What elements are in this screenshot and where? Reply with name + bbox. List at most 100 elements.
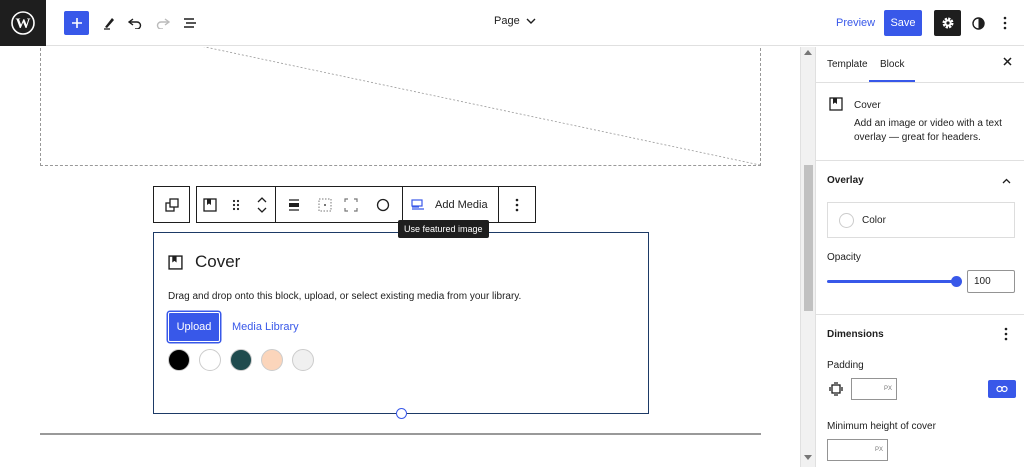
block-toolbar: Add Media <box>153 186 536 223</box>
color-indicator-icon <box>839 212 854 228</box>
block-options-button[interactable] <box>498 186 536 223</box>
opacity-slider-track[interactable] <box>827 280 955 283</box>
content-position-icon <box>318 198 332 211</box>
gear-icon <box>942 17 953 29</box>
drag-handle[interactable] <box>223 187 249 222</box>
link-sides-button[interactable] <box>988 380 1016 398</box>
cover-label: Cover <box>168 252 240 272</box>
color-swatches <box>168 349 314 371</box>
box-sides-icon <box>829 382 843 396</box>
list-view-icon <box>184 18 196 28</box>
close-icon <box>1003 57 1012 66</box>
undo-button[interactable] <box>126 13 144 33</box>
swatch-black[interactable] <box>168 349 190 371</box>
overlay-color-button[interactable]: Color <box>827 202 1015 238</box>
opacity-input[interactable]: 100 <box>967 270 1015 293</box>
pencil-icon <box>104 18 114 30</box>
vertical-ellipsis-icon <box>1003 16 1007 30</box>
preview-button[interactable]: Preview <box>836 17 875 29</box>
padding-label: Padding <box>827 360 864 371</box>
save-button[interactable]: Save <box>884 10 922 36</box>
cover-block-button[interactable] <box>197 187 223 222</box>
settings-sidebar: Template Block Cover Add an image or vid… <box>815 47 1024 467</box>
alignment-group <box>276 186 403 223</box>
placeholder-diagonal <box>203 47 761 166</box>
upload-button[interactable]: Upload <box>168 312 220 342</box>
block-card-description: Add an image or video with a text overla… <box>854 118 1002 143</box>
chevron-up-icon <box>1002 178 1011 184</box>
separator-block[interactable] <box>40 433 761 435</box>
settings-button[interactable] <box>934 10 961 36</box>
panel-divider <box>816 314 1024 315</box>
add-block-button[interactable] <box>64 11 89 35</box>
undo-icon <box>128 18 142 29</box>
redo-icon <box>156 18 170 29</box>
plus-icon <box>71 18 82 28</box>
media-group: Add Media <box>403 186 499 223</box>
align-button[interactable] <box>276 187 312 222</box>
block-controls-group <box>196 186 276 223</box>
drag-handle-icon <box>232 199 240 210</box>
wordpress-logo-button[interactable]: W <box>0 0 46 46</box>
scrollbar-thumb[interactable] <box>804 165 813 311</box>
overlay-color-label: Color <box>862 214 886 226</box>
swatch-white[interactable] <box>199 349 221 371</box>
min-height-label: Minimum height of cover <box>827 421 936 432</box>
overlay-panel-title: Overlay <box>827 175 864 186</box>
parent-block-button[interactable] <box>153 186 190 223</box>
tooltip: Use featured image <box>398 220 489 238</box>
list-view-button[interactable] <box>181 13 199 33</box>
swatch-peach[interactable] <box>261 349 283 371</box>
chevron-down-icon <box>526 18 536 24</box>
swatch-dark-teal[interactable] <box>230 349 252 371</box>
align-center-icon <box>289 198 299 211</box>
duotone-button[interactable] <box>364 187 402 222</box>
cover-instructions: Drag and drop onto this block, upload, o… <box>168 291 522 302</box>
swatch-light-gray[interactable] <box>292 349 314 371</box>
vertical-ellipsis-icon <box>1004 327 1008 341</box>
circle-dashed-icon <box>376 198 390 211</box>
svg-text:W: W <box>16 16 31 32</box>
featured-image-icon <box>411 198 424 210</box>
cover-title: Cover <box>195 252 241 271</box>
min-height-input[interactable]: PX <box>827 439 888 461</box>
dimensions-options-button[interactable] <box>1004 327 1008 341</box>
content-position-button[interactable] <box>312 187 338 222</box>
sidebar-tabs: Template Block <box>816 47 1024 83</box>
image-placeholder <box>40 47 761 166</box>
block-card-title: Cover <box>854 100 881 111</box>
vertical-ellipsis-icon <box>515 198 518 211</box>
resize-handle[interactable] <box>396 408 407 419</box>
block-card: Cover Add an image or video with a text … <box>816 83 1024 161</box>
editor-canvas: Add Media Cover Drag and drop onto this … <box>0 47 800 467</box>
padding-input[interactable]: PX <box>851 378 897 400</box>
close-sidebar-button[interactable] <box>1003 57 1012 66</box>
half-circle-icon <box>971 16 985 30</box>
tab-template[interactable]: Template <box>827 59 868 70</box>
canvas-scrollbar[interactable] <box>800 47 815 467</box>
scroll-down-arrow-icon[interactable] <box>804 455 812 460</box>
chevron-up-down-icon <box>257 196 267 213</box>
styles-button[interactable] <box>970 13 986 33</box>
document-title-label: Page <box>494 15 520 27</box>
media-library-button[interactable]: Media Library <box>232 321 299 333</box>
editor-header: W Page Preview Save <box>0 0 1024 46</box>
tab-block[interactable]: Block <box>869 59 916 82</box>
cover-icon <box>203 197 217 212</box>
tools-button[interactable] <box>100 13 118 33</box>
fullscreen-icon <box>344 197 358 212</box>
redo-button[interactable] <box>154 13 172 33</box>
wordpress-logo-icon: W <box>11 11 35 35</box>
scroll-up-arrow-icon[interactable] <box>804 50 812 55</box>
opacity-slider-thumb[interactable] <box>951 276 962 287</box>
add-media-button[interactable]: Add Media <box>403 187 498 222</box>
overlay-panel-header[interactable]: Overlay <box>816 161 1024 201</box>
cover-placeholder[interactable]: Cover Drag and drop onto this block, upl… <box>153 232 649 419</box>
duplicate-icon <box>164 197 179 212</box>
dimensions-panel-title: Dimensions <box>827 329 884 340</box>
document-title[interactable]: Page <box>494 15 536 27</box>
full-height-button[interactable] <box>338 187 364 222</box>
link-icon <box>996 385 1008 393</box>
move-up-down-button[interactable] <box>249 187 275 222</box>
options-button[interactable] <box>998 13 1012 33</box>
